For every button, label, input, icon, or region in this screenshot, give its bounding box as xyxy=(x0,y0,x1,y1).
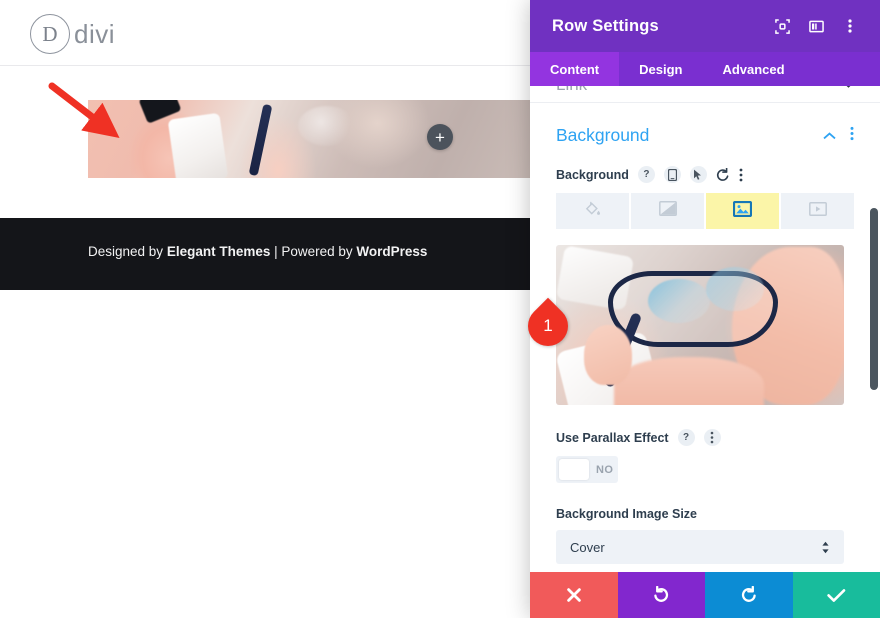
divi-logo-text: divi xyxy=(74,18,116,49)
background-section-header-icons xyxy=(823,126,854,146)
undo-button[interactable] xyxy=(617,572,705,618)
gradient-icon xyxy=(658,201,677,221)
preview-bottom-hand xyxy=(614,357,764,405)
link-section-header[interactable]: Link xyxy=(530,86,880,103)
paint-bucket-icon xyxy=(584,200,601,222)
parallax-toggle-value: NO xyxy=(596,463,614,476)
tab-content[interactable]: Content xyxy=(530,52,620,86)
background-color-tab[interactable] xyxy=(556,193,629,229)
footer-prefix: Designed by xyxy=(88,244,167,259)
overflow-menu-icon[interactable] xyxy=(703,429,721,446)
parallax-label: Use Parallax Effect xyxy=(556,430,669,445)
footer-brand-elegant-themes[interactable]: Elegant Themes xyxy=(167,244,271,259)
screenshot-root: D divi + Designed by Elegant Themes | Po… xyxy=(0,0,880,618)
background-image-size-label: Background Image Size xyxy=(556,507,698,521)
add-module-button[interactable]: + xyxy=(427,124,453,150)
row-settings-modal: Row Settings Content Design Advanced Bac… xyxy=(530,0,880,618)
divi-logo[interactable]: D divi xyxy=(30,14,115,54)
redo-button[interactable] xyxy=(705,572,793,618)
parallax-toggle-knob xyxy=(559,459,589,480)
background-section: Background Background ? Use Parallax Eff… xyxy=(530,103,880,572)
chevron-down-icon xyxy=(843,86,854,91)
background-image-size-select[interactable]: Cover xyxy=(556,530,844,564)
modal-body: Link Background xyxy=(530,86,880,572)
background-field-label: Background xyxy=(556,167,629,182)
background-image-size-value: Cover xyxy=(570,539,605,555)
modal-tab-bar: Content Design Advanced xyxy=(530,52,880,86)
preview-thumb xyxy=(584,325,632,385)
mobile-device-icon[interactable] xyxy=(663,166,681,183)
help-icon[interactable]: ? xyxy=(677,429,695,446)
focus-frame-icon[interactable] xyxy=(774,18,790,34)
overflow-menu-icon[interactable] xyxy=(842,18,858,34)
footer-separator: | xyxy=(270,244,282,259)
overflow-menu-icon[interactable] xyxy=(850,126,854,146)
stepper-arrows-icon xyxy=(821,541,830,554)
background-image-preview[interactable] xyxy=(556,245,844,405)
modal-scroll-content: Link Background xyxy=(530,86,880,572)
divi-logo-mark: D xyxy=(30,14,70,54)
layout-panel-icon[interactable] xyxy=(808,18,824,34)
background-gradient-tab[interactable] xyxy=(631,193,704,229)
tab-advanced[interactable]: Advanced xyxy=(702,52,804,86)
footer-credit-text: Designed by Elegant Themes | Powered by … xyxy=(88,244,427,259)
reset-icon[interactable] xyxy=(716,167,730,182)
link-section-label: Link xyxy=(556,86,587,95)
background-section-title: Background xyxy=(556,125,650,145)
image-icon xyxy=(732,200,753,222)
overflow-menu-icon[interactable] xyxy=(739,168,743,182)
parallax-label-row: Use Parallax Effect ? xyxy=(556,429,854,446)
footer-brand-wordpress[interactable]: WordPress xyxy=(356,244,427,259)
save-button[interactable] xyxy=(792,572,880,618)
footer-middle: Powered by xyxy=(281,244,357,259)
hover-cursor-icon[interactable] xyxy=(689,166,707,183)
background-video-tab[interactable] xyxy=(781,193,854,229)
preview-lens-left xyxy=(648,279,710,323)
background-image-tab[interactable] xyxy=(706,193,779,229)
annotation-badge-number: 1 xyxy=(543,316,553,335)
video-icon xyxy=(808,201,827,221)
parallax-toggle[interactable]: NO xyxy=(556,456,618,483)
tab-design[interactable]: Design xyxy=(619,52,702,86)
parallax-field: Use Parallax Effect ? NO xyxy=(556,429,854,483)
close-button[interactable] xyxy=(530,572,618,618)
preview-lens-right xyxy=(706,267,764,311)
red-arrow-annotation xyxy=(48,82,120,138)
modal-header: Row Settings xyxy=(530,0,880,52)
background-field-row: Background ? xyxy=(556,166,854,183)
modal-title: Row Settings xyxy=(552,16,659,35)
help-icon[interactable]: ? xyxy=(637,166,655,183)
annotation-badge-1: 1 xyxy=(519,297,577,355)
banner-lens-highlight xyxy=(298,106,356,146)
background-type-tabs xyxy=(556,193,854,229)
modal-header-icons xyxy=(774,18,858,34)
banner-eyeglass-temple-shape xyxy=(248,103,273,177)
chevron-up-icon[interactable] xyxy=(823,127,836,145)
background-section-header: Background xyxy=(556,125,854,146)
modal-scrollbar-thumb[interactable] xyxy=(870,208,878,390)
modal-footer-actions xyxy=(530,572,880,618)
